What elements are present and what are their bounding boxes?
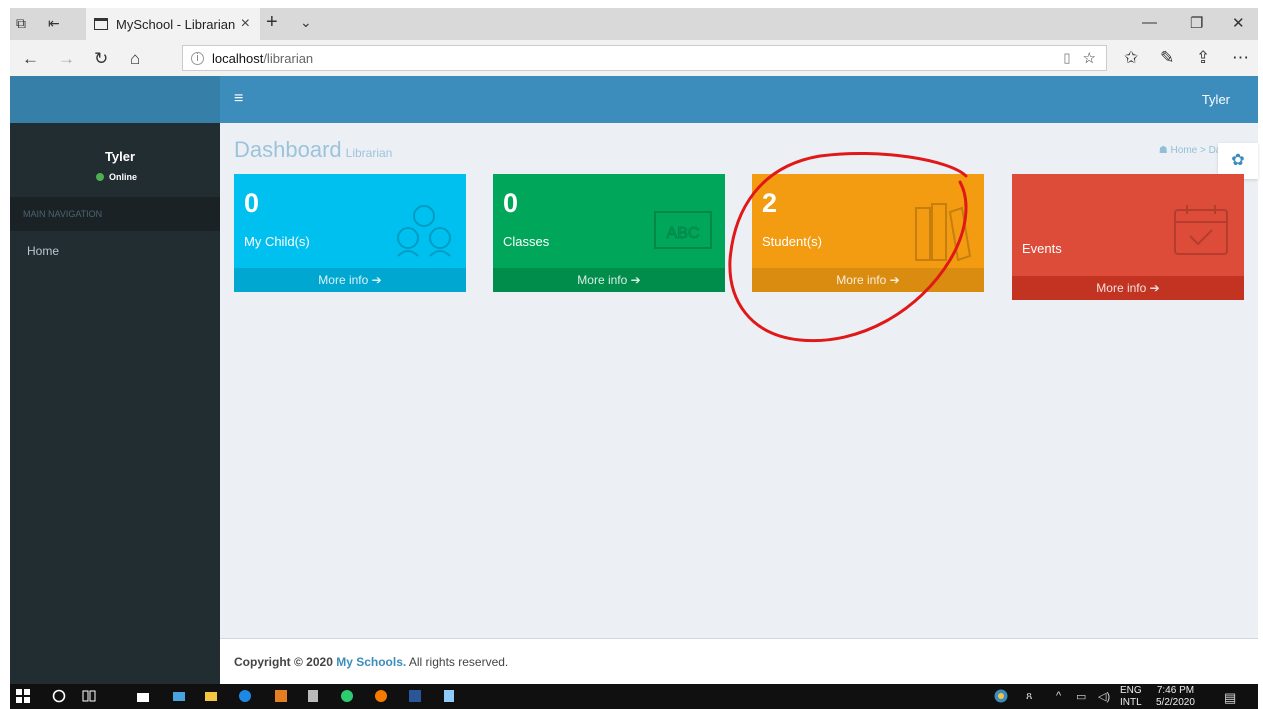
tabs-aside-icon[interactable]: ⇤ — [48, 15, 60, 32]
box-value: 2 — [762, 188, 778, 218]
restore-icon[interactable]: ❐ — [1190, 14, 1203, 32]
stat-box-children: 0 My Child(s) More info ➔ — [234, 174, 466, 292]
minimize-icon[interactable]: — — [1142, 14, 1157, 31]
sidebar-item-home[interactable]: Home — [10, 235, 220, 267]
browser-address-bar: ← → ↻ ⌂ i localhost/librarian ▯ ☆ ✩ ✎ ⇪ … — [10, 40, 1258, 76]
more-info-link[interactable]: More info ➔ — [493, 268, 725, 292]
url-text: localhost/librarian — [212, 50, 314, 66]
task-view-icon[interactable] — [82, 689, 96, 703]
store-icon[interactable] — [136, 689, 150, 703]
sidebar: Tyler Online MAIN NAVIGATION Home — [10, 123, 220, 684]
logo-area — [10, 76, 220, 123]
breadcrumb-separator: > — [1200, 145, 1209, 156]
home-icon[interactable]: ⌂ — [130, 49, 140, 69]
favorite-star-icon[interactable]: ☆ — [1083, 49, 1096, 67]
online-dot-icon — [96, 173, 104, 181]
box-value: 0 — [503, 188, 519, 218]
refresh-icon[interactable]: ↻ — [94, 49, 108, 69]
mail-icon[interactable] — [172, 689, 186, 703]
people-icon[interactable]: ጸ — [1026, 690, 1032, 703]
firefox-icon[interactable] — [374, 689, 388, 703]
family-icon — [397, 205, 451, 257]
calendar-icon — [1174, 205, 1228, 255]
copyright-text: Copyright © 2020 — [234, 655, 337, 669]
more-icon[interactable]: ⋯ — [1232, 48, 1249, 68]
rights-text: All rights reserved. — [406, 655, 509, 669]
box-label: Classes — [503, 234, 550, 249]
windows-start-icon[interactable] — [16, 689, 30, 703]
box-label: Events — [1022, 241, 1062, 256]
chalkboard-icon: ABC — [654, 211, 712, 249]
file-explorer-icon[interactable] — [204, 689, 218, 703]
page-title: Dashboard Librarian — [234, 137, 393, 162]
more-info-link[interactable]: More info ➔ — [1012, 276, 1244, 300]
forward-icon[interactable]: → — [58, 49, 75, 69]
app-icon[interactable] — [274, 689, 288, 703]
close-tab-icon[interactable]: × — [241, 15, 250, 33]
tab-list-chevron-icon[interactable]: ⌄ — [300, 14, 312, 31]
stat-box-events: Events More info ➔ — [1012, 174, 1244, 300]
help-icon[interactable] — [994, 689, 1008, 703]
site-info-icon[interactable]: i — [191, 51, 204, 65]
window-close-icon[interactable]: ✕ — [1232, 14, 1245, 32]
stat-box-classes: 0 Classes ABC More info ➔ — [493, 174, 725, 292]
word-icon[interactable] — [408, 689, 422, 703]
browser-tab[interactable]: MySchool - Librarian × — [86, 8, 260, 40]
volume-icon[interactable]: ◁) — [1098, 690, 1110, 703]
main-content: DashboardLibrarian ☗ Home > Dash ✿ 0 My … — [220, 123, 1258, 638]
battery-icon[interactable]: ▭ — [1076, 690, 1086, 703]
favorites-icon[interactable]: ✩ — [1124, 48, 1138, 68]
online-status: Online — [96, 172, 137, 182]
page-icon — [94, 18, 108, 30]
app-icon[interactable] — [442, 689, 456, 703]
page-footer: Copyright © 2020 My Schools. All rights … — [220, 638, 1258, 684]
svg-text:ABC: ABC — [667, 225, 700, 242]
menu-toggle-icon[interactable]: ≡ — [234, 90, 243, 108]
breadcrumb-home-icon: ☗ — [1158, 145, 1168, 156]
edge-browser-icon[interactable] — [238, 689, 252, 703]
sidebar-section-header: MAIN NAVIGATION — [10, 197, 220, 231]
app-header: ≡ Tyler — [220, 76, 1258, 123]
share-icon[interactable]: ⇪ — [1196, 48, 1210, 68]
reading-view-icon[interactable]: ▯ — [1063, 50, 1070, 66]
stat-box-students: 2 Student(s) More info ➔ — [752, 174, 984, 292]
books-icon — [915, 203, 972, 262]
status-text: Online — [109, 172, 138, 182]
browser-tab-bar: ⧉ ⇤ MySchool - Librarian × + ⌄ — ❐ ✕ — [10, 8, 1258, 40]
more-info-link[interactable]: More info ➔ — [234, 268, 466, 292]
brand-link[interactable]: My Schools. — [336, 655, 406, 669]
box-label: My Child(s) — [244, 234, 310, 249]
clock[interactable]: 7:46 PM 5/2/2020 — [1156, 685, 1195, 709]
search-icon[interactable] — [52, 689, 66, 703]
page-subtitle: Librarian — [345, 146, 393, 160]
more-info-link[interactable]: More info ➔ — [752, 268, 984, 292]
breadcrumb-home[interactable]: Home — [1171, 145, 1198, 156]
box-label: Student(s) — [762, 234, 822, 249]
box-value: 0 — [244, 188, 260, 218]
app-icon[interactable] — [340, 689, 354, 703]
new-tab-icon[interactable]: + — [266, 11, 278, 34]
sidebar-user-name: Tyler — [104, 149, 136, 164]
notifications-icon[interactable]: ▤ — [1224, 690, 1236, 706]
header-user-menu[interactable]: Tyler — [1202, 92, 1230, 107]
back-icon[interactable]: ← — [22, 49, 39, 69]
url-field[interactable]: i localhost/librarian ▯ ☆ — [182, 45, 1107, 71]
tab-actions-icon[interactable]: ⧉ — [16, 15, 26, 32]
notepad-icon[interactable] — [306, 689, 320, 703]
tab-title: MySchool - Librarian — [116, 16, 236, 32]
pen-icon[interactable]: ✎ — [1160, 48, 1174, 68]
language-indicator[interactable]: ENG INTL — [1120, 685, 1142, 709]
chevron-up-icon[interactable]: ^ — [1056, 690, 1061, 702]
windows-taskbar: ጸ ^ ▭ ◁) ENG INTL 7:46 PM 5/2/2020 ▤ — [10, 684, 1258, 709]
